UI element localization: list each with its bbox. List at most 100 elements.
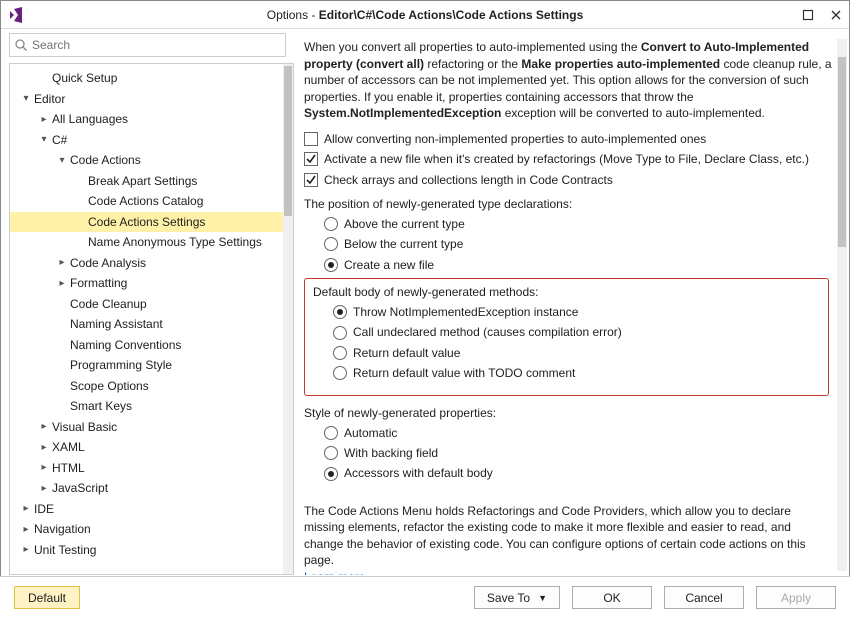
checkbox-label: Check arrays and collections length in C… [324,173,613,187]
tree-item[interactable]: ▸Unit Testing [10,540,283,561]
tree-item[interactable]: ▸Code Analysis [10,253,283,274]
search-input-wrap[interactable] [9,33,286,57]
radio-label: Call undeclared method (causes compilati… [353,325,622,339]
chevron-down-icon[interactable]: ▾ [20,93,32,104]
search-input[interactable] [32,38,285,52]
tree-item[interactable]: Quick Setup [10,68,283,89]
tree-item-label: Code Actions Catalog [88,194,203,208]
tree-item[interactable]: Code Actions Settings [10,212,283,233]
tree-item[interactable]: ▸Visual Basic [10,417,283,438]
radio-row[interactable]: Automatic [324,426,833,440]
chevron-down-icon[interactable]: ▾ [38,134,50,145]
radio-button[interactable] [324,467,338,481]
checkbox[interactable] [304,132,318,146]
tree-item[interactable]: Code Actions Catalog [10,191,283,212]
save-to-button[interactable]: Save To▼ [474,586,560,609]
tree-item[interactable]: Name Anonymous Type Settings [10,232,283,253]
radio-label: Create a new file [344,258,434,272]
checkbox-label: Allow converting non-implemented propert… [324,132,706,146]
panel-scroll-thumb[interactable] [838,57,846,247]
checkbox-row[interactable]: Check arrays and collections length in C… [304,173,833,187]
radio-button[interactable] [324,426,338,440]
radio-row[interactable]: Return default value with TODO comment [333,366,820,380]
radio-row[interactable]: Accessors with default body [324,466,833,480]
radio-button[interactable] [324,446,338,460]
radio-button[interactable] [333,366,347,380]
tree-item[interactable]: ▸HTML [10,458,283,479]
radio-button[interactable] [333,326,347,340]
chevron-right-icon[interactable]: ▸ [38,114,50,125]
chevron-right-icon[interactable]: ▸ [20,503,32,514]
checkbox-row[interactable]: Activate a new file when it's created by… [304,152,833,166]
radio-button[interactable] [324,217,338,231]
chevron-right-icon[interactable]: ▸ [38,462,50,473]
tree-scrollbar[interactable] [283,64,293,574]
radio-row[interactable]: Throw NotImplementedException instance [333,305,820,319]
panel-scrollbar[interactable] [837,39,847,571]
tree-item[interactable]: Scope Options [10,376,283,397]
tree-item[interactable]: ▸XAML [10,437,283,458]
tree-item[interactable]: Naming Assistant [10,314,283,335]
tree-item[interactable]: ▸JavaScript [10,478,283,499]
radio-label: Automatic [344,426,397,440]
chevron-right-icon[interactable]: ▸ [20,524,32,535]
tree-item-label: Visual Basic [52,420,117,434]
nav-tree[interactable]: Quick Setup▾Editor▸All Languages▾C#▾Code… [10,64,283,574]
tree-item[interactable]: ▸All Languages [10,109,283,130]
window-title: Options - Editor\C#\Code Actions\Code Ac… [0,8,850,22]
ok-button[interactable]: OK [572,586,652,609]
apply-button[interactable]: Apply [756,586,836,609]
checkbox[interactable] [304,173,318,187]
sidebar: Quick Setup▾Editor▸All Languages▾C#▾Code… [1,29,296,575]
tree-item-label: Formatting [70,276,127,290]
chevron-right-icon[interactable]: ▸ [20,544,32,555]
tree-item[interactable]: ▾Code Actions [10,150,283,171]
tree-item[interactable]: Naming Conventions [10,335,283,356]
radio-button[interactable] [333,305,347,319]
tree-item-label: Programming Style [70,358,172,372]
group-label-body: Default body of newly-generated methods: [313,285,820,299]
tree-item[interactable]: ▾C# [10,130,283,151]
tree-item-label: Scope Options [70,379,149,393]
radio-row[interactable]: Create a new file [324,258,833,272]
chevron-right-icon[interactable]: ▸ [38,421,50,432]
tree-item[interactable]: ▸Navigation [10,519,283,540]
chevron-right-icon[interactable]: ▸ [56,278,68,289]
restore-button[interactable] [801,8,815,22]
main-split: Quick Setup▾Editor▸All Languages▾C#▾Code… [1,29,849,575]
radio-label: With backing field [344,446,438,460]
tree-item[interactable]: Code Cleanup [10,294,283,315]
tree-item[interactable]: Smart Keys [10,396,283,417]
radio-row[interactable]: Call undeclared method (causes compilati… [333,325,820,339]
checkbox-row[interactable]: Allow converting non-implemented propert… [304,132,833,146]
radio-button[interactable] [324,258,338,272]
footnote: The Code Actions Menu holds Refactorings… [304,503,833,575]
chevron-right-icon[interactable]: ▸ [56,257,68,268]
tree-item[interactable]: Break Apart Settings [10,171,283,192]
tree-item[interactable]: ▾Editor [10,89,283,110]
radio-button[interactable] [333,346,347,360]
default-button[interactable]: Default [14,586,80,609]
radio-button[interactable] [324,237,338,251]
tree-item[interactable]: Programming Style [10,355,283,376]
radio-row[interactable]: Below the current type [324,237,833,251]
tree-item[interactable]: ▸Formatting [10,273,283,294]
cancel-button[interactable]: Cancel [664,586,744,609]
tree-item[interactable]: ▸IDE [10,499,283,520]
learn-more-link[interactable]: Learn more [304,570,365,575]
radio-row[interactable]: Return default value [333,346,820,360]
chevron-right-icon[interactable]: ▸ [38,442,50,453]
radio-label: Return default value [353,346,460,360]
chevron-right-icon[interactable]: ▸ [38,483,50,494]
app-icon [7,6,25,24]
tree-item-label: Unit Testing [34,543,96,557]
tree-scroll-thumb[interactable] [284,66,292,216]
radio-label: Throw NotImplementedException instance [353,305,578,319]
close-button[interactable] [829,8,843,22]
checkbox[interactable] [304,152,318,166]
tree-item-label: JavaScript [52,481,108,495]
radio-row[interactable]: With backing field [324,446,833,460]
radio-label: Below the current type [344,237,463,251]
radio-row[interactable]: Above the current type [324,217,833,231]
chevron-down-icon[interactable]: ▾ [56,155,68,166]
